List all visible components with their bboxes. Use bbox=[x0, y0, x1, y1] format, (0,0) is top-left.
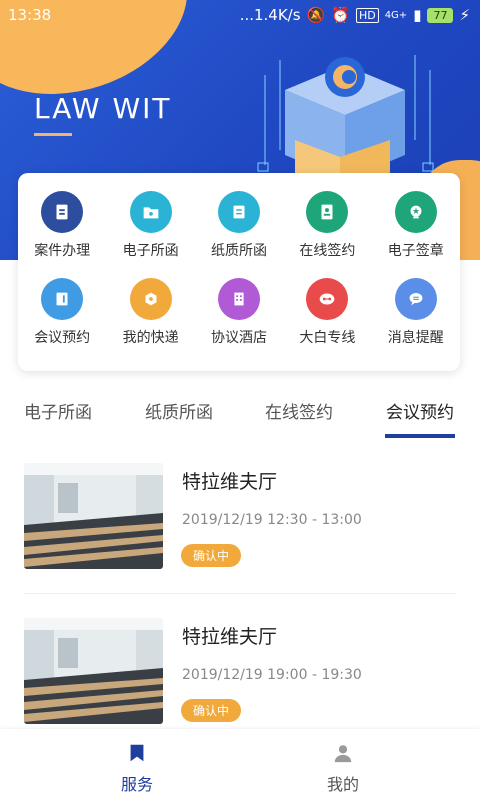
booking-room: 特拉维夫厅 bbox=[182, 471, 278, 493]
case-icon bbox=[41, 191, 84, 233]
app-title: LAW WIT bbox=[34, 92, 172, 125]
bottom-navigation: 服务 我的 bbox=[0, 729, 480, 800]
service-label: 大白专线 bbox=[299, 330, 356, 346]
status-bar: 13:38 ...1.4K/s 🔕 ⏰ HD 4G+ ▮ 77 ⚡ bbox=[0, 0, 480, 30]
service-label: 电子所函 bbox=[122, 243, 179, 259]
service-case[interactable]: 案件办理 bbox=[18, 191, 106, 260]
service-label: 协议酒店 bbox=[210, 330, 267, 346]
nav-label: 服务 bbox=[120, 775, 153, 794]
service-message[interactable]: 消息提醒 bbox=[372, 278, 460, 347]
nav-label: 我的 bbox=[326, 775, 359, 794]
service-label: 在线签约 bbox=[299, 243, 356, 259]
service-meeting[interactable]: 会议预约 bbox=[18, 278, 106, 347]
service-paper-letter[interactable]: 纸质所函 bbox=[195, 191, 283, 260]
package-icon bbox=[129, 278, 172, 320]
service-express[interactable]: 我的快递 bbox=[106, 278, 194, 347]
message-icon bbox=[394, 278, 437, 320]
service-e-seal[interactable]: 电子签章 bbox=[372, 191, 460, 260]
booking-time: 2019/12/19 12:30 - 13:00 bbox=[182, 512, 362, 528]
booking-item[interactable]: 特拉维夫厅 2019/12/19 12:30 - 13:00 确认中 bbox=[24, 463, 456, 583]
hd-label: HD bbox=[355, 7, 379, 23]
service-hotel[interactable]: 协议酒店 bbox=[195, 278, 283, 347]
title-underline bbox=[34, 133, 72, 136]
charging-icon: ⚡ bbox=[459, 6, 470, 24]
booking-item[interactable]: 特拉维夫厅 2019/12/19 19:00 - 19:30 确认中 bbox=[24, 618, 456, 738]
tab-online-sign[interactable]: 在线签约 bbox=[265, 398, 333, 423]
battery-indicator: 77 bbox=[427, 7, 454, 23]
signal-label: 4G+ bbox=[384, 9, 408, 21]
service-label: 电子签章 bbox=[387, 243, 444, 259]
robot-icon bbox=[306, 278, 349, 320]
booking-room: 特拉维夫厅 bbox=[182, 626, 278, 648]
meeting-icon bbox=[41, 278, 84, 320]
contract-icon bbox=[306, 191, 349, 233]
network-speed: ...1.4K/s bbox=[239, 6, 301, 24]
mute-icon: 🔕 bbox=[306, 6, 326, 24]
service-online-sign[interactable]: 在线签约 bbox=[283, 191, 371, 260]
tab-meeting[interactable]: 会议预约 bbox=[386, 398, 454, 423]
status-badge: 确认中 bbox=[181, 544, 242, 567]
person-icon bbox=[334, 745, 352, 763]
service-card: 案件办理 电子所函 纸质所函 在线签约 电子签章 会议预约 我的快递 协议酒店 … bbox=[18, 173, 460, 371]
document-icon bbox=[217, 191, 260, 233]
service-label: 案件办理 bbox=[34, 243, 91, 259]
category-tabs: 电子所函 纸质所函 在线签约 会议预约 bbox=[0, 390, 480, 440]
service-label: 消息提醒 bbox=[387, 330, 444, 346]
seal-icon bbox=[394, 191, 437, 233]
service-e-letter[interactable]: 电子所函 bbox=[106, 191, 194, 260]
nav-service[interactable]: 服务 bbox=[77, 729, 197, 800]
bookmark-icon bbox=[130, 744, 144, 762]
tab-e-letter[interactable]: 电子所函 bbox=[24, 398, 92, 423]
service-label: 纸质所函 bbox=[210, 243, 267, 259]
status-badge: 确认中 bbox=[181, 699, 242, 722]
booking-time: 2019/12/19 19:00 - 19:30 bbox=[182, 667, 362, 683]
service-grid: 案件办理 电子所函 纸质所函 在线签约 电子签章 会议预约 我的快递 协议酒店 … bbox=[18, 191, 460, 347]
folder-icon bbox=[129, 191, 172, 233]
tab-paper-letter[interactable]: 纸质所函 bbox=[145, 398, 213, 423]
room-photo bbox=[24, 618, 163, 724]
alarm-icon: ⏰ bbox=[331, 6, 350, 24]
service-label: 会议预约 bbox=[34, 330, 91, 346]
service-dabai[interactable]: 大白专线 bbox=[283, 278, 371, 347]
status-time: 13:38 bbox=[8, 6, 52, 24]
divider bbox=[24, 593, 456, 594]
signal-icon: ▮ bbox=[413, 6, 422, 24]
active-tab-indicator bbox=[385, 434, 455, 438]
hotel-icon bbox=[217, 278, 260, 320]
room-photo bbox=[24, 463, 163, 569]
nav-mine[interactable]: 我的 bbox=[283, 729, 403, 800]
service-label: 我的快递 bbox=[122, 330, 179, 346]
